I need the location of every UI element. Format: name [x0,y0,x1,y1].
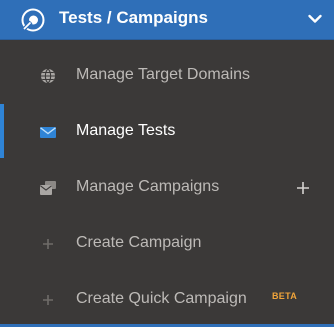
sidebar-menu: Tests / Campaigns Manage Target Domains … [0,0,334,327]
chevron-down-icon[interactable] [307,11,323,27]
plus-icon[interactable] [294,179,312,197]
plus-icon [43,295,53,305]
menu-item-label: Create Campaign [76,234,202,251]
envelope-icon [40,127,56,138]
menu-item-label: Manage Tests [76,122,176,139]
section-title: Tests / Campaigns [59,8,208,27]
campaigns-icon [40,181,56,195]
menu-item-label: Manage Campaigns [76,178,220,195]
target-shield-icon [21,8,45,32]
plus-icon [43,239,53,249]
beta-badge: BETA [272,291,298,301]
menu-item-manage-campaigns[interactable]: Manage Campaigns [0,160,334,216]
section-header-tests-campaigns[interactable]: Tests / Campaigns [0,0,334,40]
menu-item-create-campaign[interactable]: Create Campaign [0,216,334,272]
menu-item-label: Create Quick Campaign [76,290,247,307]
globe-icon [41,68,55,84]
menu-item-manage-target-domains[interactable]: Manage Target Domains [0,48,334,104]
menu-item-label: Manage Target Domains [76,66,251,83]
menu-item-manage-tests[interactable]: Manage Tests [0,104,334,160]
